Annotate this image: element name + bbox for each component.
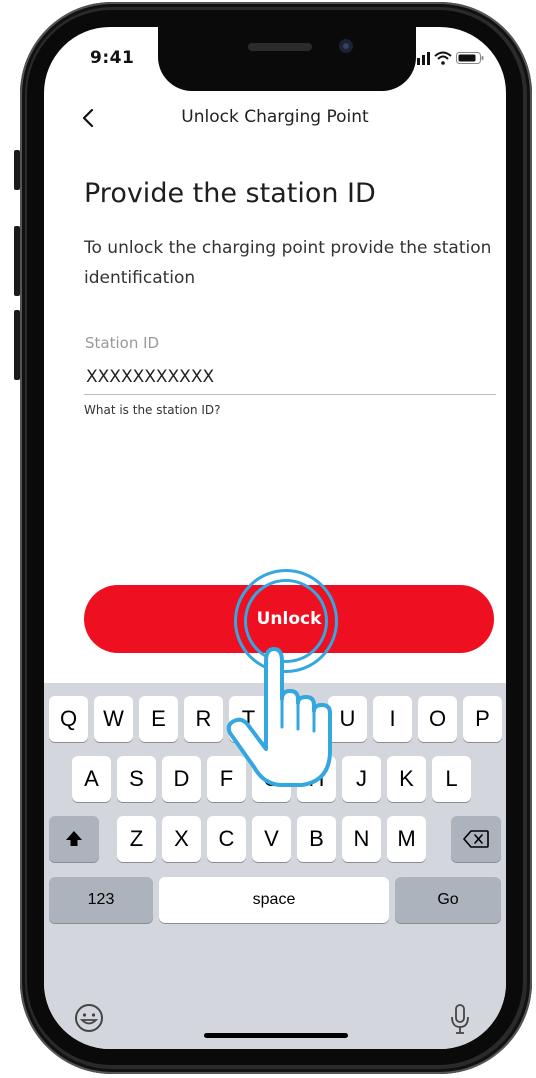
key[interactable]: B xyxy=(297,816,336,862)
go-key[interactable]: Go xyxy=(395,877,501,923)
numbers-key[interactable]: 123 xyxy=(49,877,153,923)
key[interactable]: V xyxy=(252,816,291,862)
key[interactable]: N xyxy=(342,816,381,862)
space-key[interactable]: space xyxy=(159,877,389,923)
emoji-icon[interactable] xyxy=(74,1003,104,1033)
description-text: To unlock the charging point provide the… xyxy=(84,238,492,288)
status-time: 9:41 xyxy=(90,48,135,68)
status-icons xyxy=(412,49,492,69)
station-id-label: Station ID xyxy=(85,334,160,352)
station-id-help-link[interactable]: What is the station ID? xyxy=(84,403,221,417)
key[interactable]: P xyxy=(463,696,502,742)
backspace-key[interactable] xyxy=(451,816,501,862)
key[interactable]: W xyxy=(94,696,133,742)
key[interactable]: M xyxy=(387,816,426,862)
key[interactable]: O xyxy=(418,696,457,742)
hand-pointer-icon xyxy=(226,647,332,787)
key[interactable]: I xyxy=(373,696,412,742)
key[interactable]: S xyxy=(117,756,156,802)
page-title: Unlock Charging Point xyxy=(181,107,369,127)
backspace-icon xyxy=(463,830,489,848)
key[interactable]: C xyxy=(207,816,246,862)
key[interactable]: Z xyxy=(117,816,156,862)
home-indicator xyxy=(204,1033,348,1038)
key[interactable]: E xyxy=(139,696,178,742)
phone-mockup: 9:41 Unlock Charging Point Provide the s… xyxy=(0,0,536,1078)
key[interactable]: Q xyxy=(49,696,88,742)
app-screen: 9:41 Unlock Charging Point Provide the s… xyxy=(44,27,506,1049)
speaker xyxy=(248,43,312,51)
key[interactable]: D xyxy=(162,756,201,802)
shift-icon xyxy=(66,831,82,846)
key[interactable]: L xyxy=(432,756,471,802)
battery-icon xyxy=(456,52,484,64)
front-camera xyxy=(339,39,353,53)
key[interactable]: A xyxy=(72,756,111,802)
wifi-icon xyxy=(434,51,452,65)
station-id-input[interactable] xyxy=(84,360,496,395)
notch xyxy=(158,27,416,91)
shift-key[interactable] xyxy=(49,816,99,862)
key[interactable]: J xyxy=(342,756,381,802)
key[interactable]: X xyxy=(162,816,201,862)
heading: Provide the station ID xyxy=(84,178,376,209)
key[interactable]: K xyxy=(387,756,426,802)
mic-icon[interactable] xyxy=(450,1003,470,1035)
